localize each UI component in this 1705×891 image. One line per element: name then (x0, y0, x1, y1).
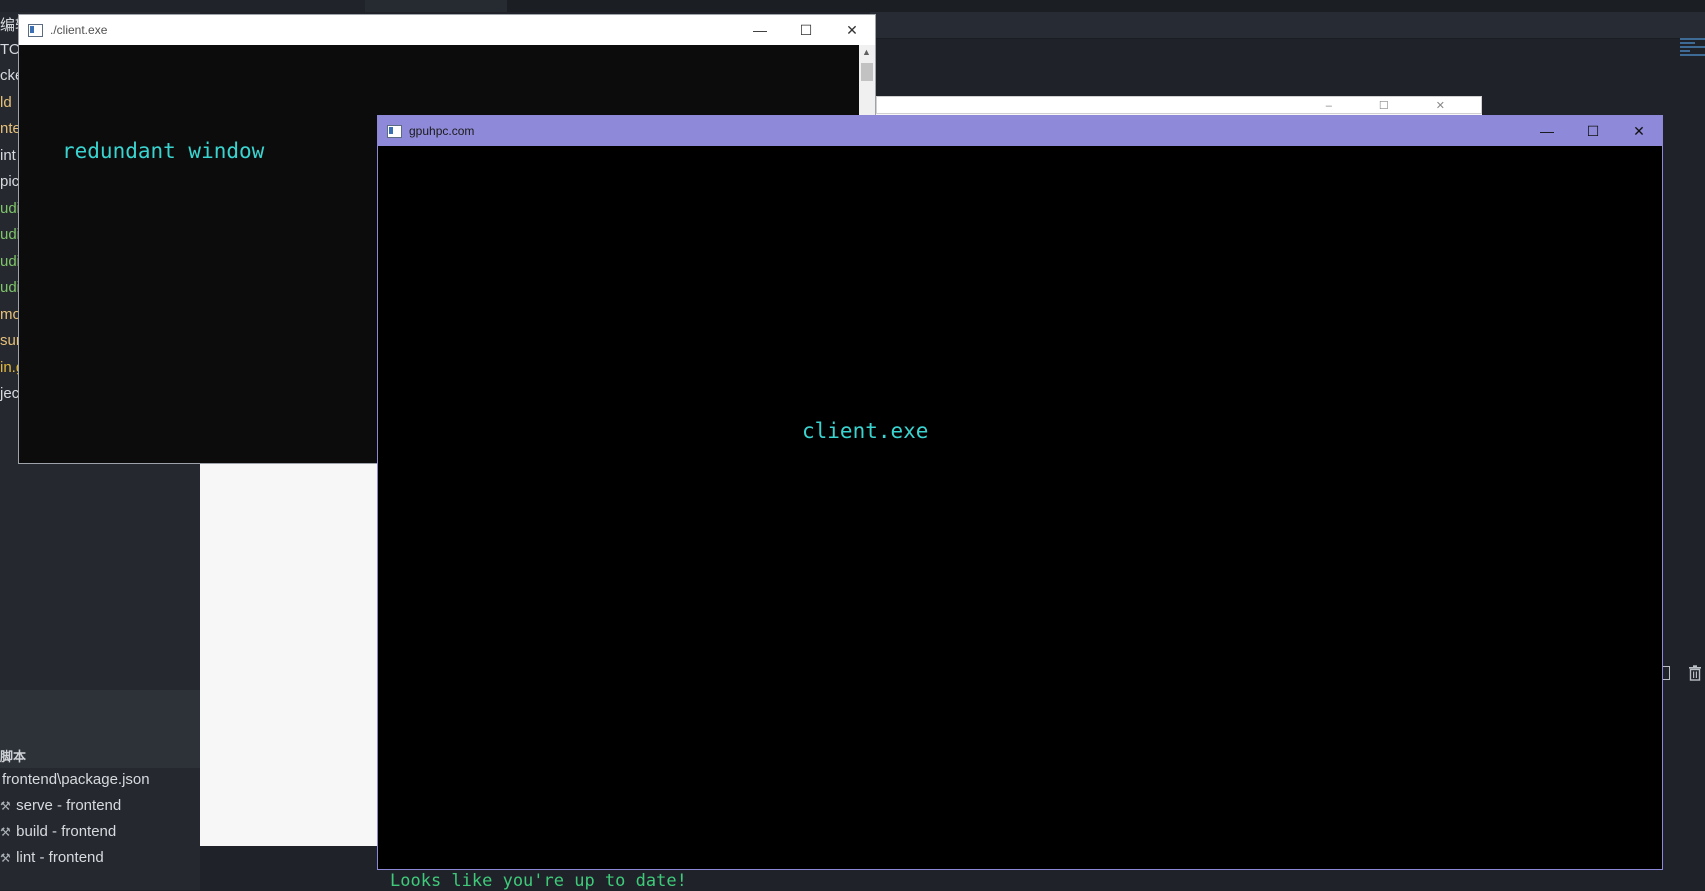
console-app-icon (387, 124, 402, 138)
background-window-controls[interactable]: – ☐ ✕ (1326, 99, 1467, 112)
main-window-text: client.exe (802, 419, 929, 443)
wrench-icon: ⚒ (0, 799, 11, 813)
explorer-item[interactable]: mo (0, 306, 18, 323)
npm-script-build[interactable]: ⚒ build - frontend (0, 823, 116, 840)
explorer-item[interactable]: udi (0, 279, 18, 296)
explorer-item[interactable]: udi (0, 226, 18, 243)
wrench-icon: ⚒ (0, 825, 11, 839)
scroll-up-icon[interactable]: ▲ (862, 47, 871, 57)
explorer-item[interactable]: ld (0, 94, 18, 111)
npm-script-lint[interactable]: ⚒ lint - frontend (0, 849, 104, 866)
close-button[interactable]: ✕ (1616, 116, 1662, 146)
explorer-item[interactable]: in.g (0, 359, 18, 376)
editor-tab-bar (365, 0, 1705, 12)
explorer-item[interactable]: sur (0, 332, 18, 349)
npm-script-serve[interactable]: ⚒ serve - frontend (0, 797, 121, 814)
redundant-window-titlebar[interactable]: ./client.exe — ☐ ✕ (19, 15, 875, 45)
redundant-window-title: ./client.exe (50, 23, 108, 37)
scrollbar-thumb[interactable] (861, 63, 873, 81)
explorer-item[interactable]: nte (0, 120, 18, 137)
background-window-titlebar[interactable]: – ☐ ✕ (876, 96, 1482, 114)
trash-icon[interactable] (1688, 665, 1702, 681)
minimize-button[interactable]: — (737, 15, 783, 45)
close-button[interactable]: ✕ (829, 15, 875, 45)
explorer-item[interactable]: cke (0, 67, 18, 84)
minimap[interactable] (1680, 36, 1705, 136)
explorer-item[interactable]: udi (0, 200, 18, 217)
maximize-button[interactable]: ☐ (1570, 116, 1616, 146)
main-client-window[interactable]: gpuhpc.com — ☐ ✕ client.exe (377, 115, 1663, 870)
explorer-item[interactable]: udi (0, 253, 18, 270)
wrench-icon: ⚒ (0, 851, 11, 865)
editor-breadcrumb-strip (870, 12, 1705, 39)
explorer-item[interactable]: jec (0, 385, 18, 402)
redundant-window-text: redundant window (62, 139, 265, 163)
main-window-titlebar[interactable]: gpuhpc.com — ☐ ✕ (378, 116, 1662, 146)
maximize-button[interactable]: ☐ (783, 15, 829, 45)
editor-tab[interactable] (365, 0, 507, 12)
main-window-title: gpuhpc.com (409, 124, 475, 138)
console-app-icon (28, 23, 43, 37)
terminal-output-line: Looks like you're up to date! (390, 871, 687, 891)
explorer-item[interactable]: pic (0, 173, 18, 190)
npm-scripts-title: 脚本 (0, 749, 27, 764)
explorer-item[interactable]: 编辑 (0, 14, 18, 35)
npm-scripts-file[interactable]: frontend\package.json (2, 771, 150, 788)
explorer-item[interactable]: int (0, 147, 18, 164)
sidebar-section-divider (0, 690, 200, 768)
explorer-item[interactable]: TOP (0, 41, 18, 58)
minimize-button[interactable]: — (1524, 116, 1570, 146)
